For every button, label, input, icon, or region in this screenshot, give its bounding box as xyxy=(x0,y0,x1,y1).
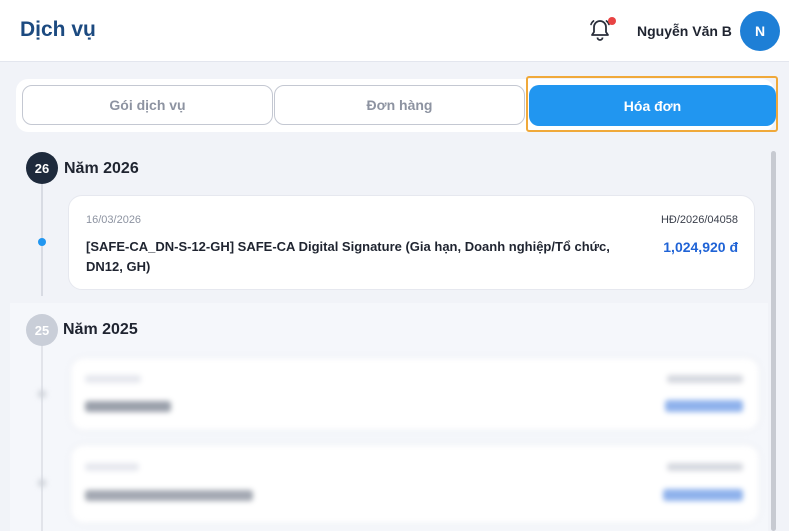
year-badge: 25 xyxy=(26,314,58,346)
invoice-card[interactable]: 16/03/2026 HĐ/2026/04058 [SAFE-CA_DN-S-1… xyxy=(68,195,755,290)
user-name[interactable]: Nguyễn Văn B xyxy=(637,23,732,39)
tab-service-packages[interactable]: Gói dịch vụ xyxy=(22,85,273,125)
invoice-code: HĐ/2026/04058 xyxy=(660,214,738,226)
invoice-card[interactable] xyxy=(70,444,760,524)
timeline-dot xyxy=(38,479,46,487)
timeline-line xyxy=(41,345,43,531)
avatar[interactable]: N xyxy=(740,11,780,51)
invoice-amount-placeholder xyxy=(663,489,743,501)
invoice-description-placeholder xyxy=(85,401,171,412)
invoice-amount: 1,024,920 đ xyxy=(663,239,738,255)
year-label: Năm 2026 xyxy=(64,160,139,177)
invoice-card[interactable] xyxy=(70,357,760,431)
invoice-description-placeholder xyxy=(85,490,253,501)
page-title: Dịch vụ xyxy=(20,18,96,41)
timeline-dot xyxy=(38,238,46,246)
app-header: Dịch vụ Nguyễn Văn B N xyxy=(0,0,789,62)
notification-dot xyxy=(608,17,616,25)
timeline-dot xyxy=(38,390,46,398)
invoice-code-placeholder xyxy=(667,375,743,383)
invoice-code-placeholder xyxy=(667,463,743,471)
tab-orders[interactable]: Đơn hàng xyxy=(274,85,525,125)
invoice-date: 16/03/2026 xyxy=(86,214,142,226)
invoice-description: [SAFE-CA_DN-S-12-GH] SAFE-CA Digital Sig… xyxy=(86,239,610,274)
invoice-date-placeholder xyxy=(85,463,139,471)
invoice-date-placeholder xyxy=(85,375,141,383)
invoice-amount-placeholder xyxy=(665,400,743,412)
year-badge: 26 xyxy=(26,152,58,184)
tab-invoices[interactable]: Hóa đơn xyxy=(529,85,776,126)
scrollbar[interactable] xyxy=(771,151,776,531)
year-label: Năm 2025 xyxy=(63,321,138,338)
